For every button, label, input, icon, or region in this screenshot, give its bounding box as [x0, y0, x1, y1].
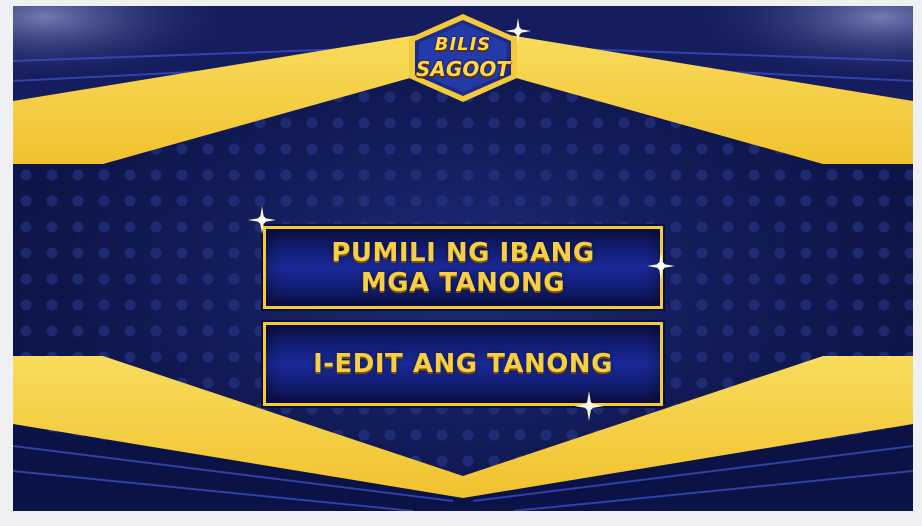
- edit-question-label: I-EDIT ANG TANONG: [313, 349, 613, 379]
- choose-other-questions-button[interactable]: PUMILI NG IBANG MGA TANONG: [263, 226, 663, 309]
- game-screen: BILIS SAGOOT PUMILI NG IBANG MGA TANONG …: [13, 6, 913, 511]
- sparkle-icon: [505, 18, 531, 44]
- choose-other-questions-label: PUMILI NG IBANG MGA TANONG: [331, 237, 595, 298]
- logo-text-line1: BILIS: [434, 34, 492, 55]
- sparkle-icon: [248, 206, 276, 234]
- bilis-sagoot-logo: BILIS SAGOOT: [405, 12, 521, 102]
- sparkle-icon: [574, 391, 604, 421]
- logo-text-line2: SAGOOT: [416, 57, 510, 81]
- sparkle-icon: [647, 252, 675, 280]
